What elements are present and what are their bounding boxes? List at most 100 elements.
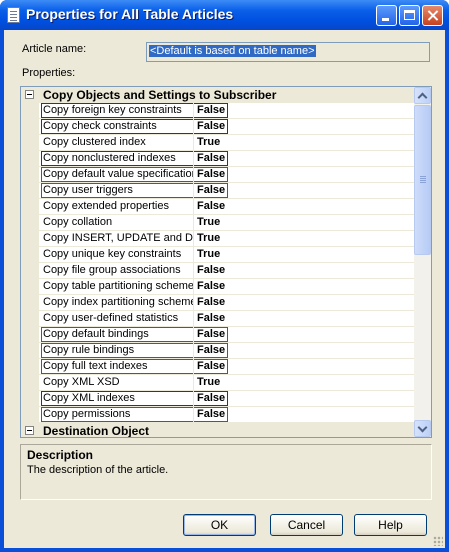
close-button[interactable]: [422, 5, 443, 26]
column-divider[interactable]: [193, 263, 194, 279]
column-divider[interactable]: [193, 407, 194, 423]
property-value[interactable]: False: [197, 280, 225, 292]
property-name: Copy user triggers: [43, 184, 133, 196]
column-divider[interactable]: [193, 375, 194, 391]
column-divider[interactable]: [193, 295, 194, 311]
property-value[interactable]: False: [197, 344, 225, 356]
property-value[interactable]: False: [197, 360, 225, 372]
property-row[interactable]: Copy index partitioning schemes False: [39, 295, 414, 311]
property-value[interactable]: False: [197, 392, 225, 404]
collapse-icon[interactable]: [25, 426, 34, 435]
property-value[interactable]: False: [197, 120, 225, 132]
column-divider[interactable]: [193, 167, 194, 183]
property-value[interactable]: False: [197, 264, 225, 276]
column-divider[interactable]: [193, 151, 194, 167]
properties-dialog: Properties for All Table Articles Articl…: [0, 0, 449, 552]
title-bar[interactable]: Properties for All Table Articles: [0, 0, 449, 30]
properties-window-icon: [7, 7, 20, 23]
column-divider[interactable]: [193, 135, 194, 151]
property-name: Copy clustered index: [43, 136, 146, 148]
property-row[interactable]: Copy foreign key constraints False: [39, 103, 414, 119]
property-value[interactable]: False: [197, 200, 225, 212]
property-value[interactable]: False: [197, 312, 225, 324]
property-row[interactable]: Copy user triggers False: [39, 183, 414, 199]
property-row[interactable]: Copy file group associations False: [39, 263, 414, 279]
property-row[interactable]: Copy collation True: [39, 215, 414, 231]
property-value[interactable]: False: [197, 168, 225, 180]
property-row[interactable]: Copy XML XSD True: [39, 375, 414, 391]
property-value[interactable]: True: [197, 376, 220, 388]
column-divider[interactable]: [193, 231, 194, 247]
property-value[interactable]: False: [197, 328, 225, 340]
maximize-icon: [400, 6, 419, 25]
property-name: Copy foreign key constraints: [43, 104, 182, 116]
column-divider[interactable]: [193, 391, 194, 407]
article-name-field[interactable]: <Default is based on table name>: [146, 42, 430, 62]
column-divider[interactable]: [193, 279, 194, 295]
column-divider[interactable]: [193, 327, 194, 343]
column-divider[interactable]: [193, 247, 194, 263]
column-divider[interactable]: [193, 183, 194, 199]
property-name: Copy unique key constraints: [43, 248, 182, 260]
description-text: The description of the article.: [27, 464, 169, 476]
column-divider[interactable]: [193, 215, 194, 231]
property-value[interactable]: False: [197, 296, 225, 308]
category-copy-objects[interactable]: Copy Objects and Settings to Subscriber: [21, 87, 414, 103]
column-divider[interactable]: [193, 311, 194, 327]
property-value[interactable]: True: [197, 232, 220, 244]
property-row[interactable]: Copy nonclustered indexes False: [39, 151, 414, 167]
scroll-up-button[interactable]: [414, 87, 431, 104]
property-row[interactable]: Copy table partitioning schemes False: [39, 279, 414, 295]
property-row[interactable]: Copy default bindings False: [39, 327, 414, 343]
property-row[interactable]: Copy clustered index True: [39, 135, 414, 151]
property-name: Copy rule bindings: [43, 344, 135, 356]
chevron-down-icon: [417, 422, 428, 433]
property-value[interactable]: True: [197, 136, 220, 148]
help-button[interactable]: Help: [354, 514, 427, 536]
property-name: Copy check constraints: [43, 120, 157, 132]
category-copy-objects-label: Copy Objects and Settings to Subscriber: [43, 88, 277, 102]
property-value[interactable]: False: [197, 152, 225, 164]
close-icon: [423, 6, 442, 25]
property-row[interactable]: Copy full text indexes False: [39, 359, 414, 375]
column-divider[interactable]: [193, 343, 194, 359]
property-row[interactable]: Copy default value specifications False: [39, 167, 414, 183]
property-row[interactable]: Copy unique key constraints True: [39, 247, 414, 263]
property-name: Copy extended properties: [43, 200, 169, 212]
vertical-scrollbar[interactable]: [414, 87, 431, 437]
property-value[interactable]: False: [197, 184, 225, 196]
category-destination-object[interactable]: Destination Object: [21, 423, 414, 437]
article-name-value: <Default is based on table name>: [149, 45, 316, 57]
property-row[interactable]: Copy check constraints False: [39, 119, 414, 135]
minimize-button[interactable]: [376, 5, 397, 26]
property-name: Copy XML indexes: [43, 392, 135, 404]
collapse-icon[interactable]: [25, 90, 34, 99]
property-row[interactable]: Copy extended properties False: [39, 199, 414, 215]
maximize-button[interactable]: [399, 5, 420, 26]
property-value[interactable]: True: [197, 216, 220, 228]
property-row[interactable]: Copy INSERT, UPDATE and DELETE stored pr…: [39, 231, 414, 247]
scroll-down-button[interactable]: [414, 420, 431, 437]
property-value[interactable]: False: [197, 408, 225, 420]
property-name: Copy default value specifications: [43, 168, 193, 180]
property-value[interactable]: False: [197, 104, 225, 116]
window-title: Properties for All Table Articles: [26, 6, 234, 22]
column-divider[interactable]: [193, 119, 194, 135]
ok-button[interactable]: OK: [183, 514, 256, 536]
column-divider[interactable]: [193, 359, 194, 375]
property-row[interactable]: Copy XML indexes False: [39, 391, 414, 407]
property-name: Copy collation: [43, 216, 113, 228]
resize-grip[interactable]: [433, 536, 443, 546]
property-name: Copy permissions: [43, 408, 131, 420]
column-divider[interactable]: [193, 199, 194, 215]
cancel-button[interactable]: Cancel: [270, 514, 343, 536]
property-value[interactable]: True: [197, 248, 220, 260]
property-row[interactable]: Copy permissions False: [39, 407, 414, 423]
scroll-thumb[interactable]: [414, 105, 431, 255]
property-row[interactable]: Copy user-defined statistics False: [39, 311, 414, 327]
property-grid[interactable]: Copy Objects and Settings to Subscriber …: [20, 86, 432, 438]
property-name: Copy XML XSD: [43, 376, 120, 388]
property-name: Copy index partitioning schemes: [43, 296, 193, 308]
property-row[interactable]: Copy rule bindings False: [39, 343, 414, 359]
column-divider[interactable]: [193, 103, 194, 119]
